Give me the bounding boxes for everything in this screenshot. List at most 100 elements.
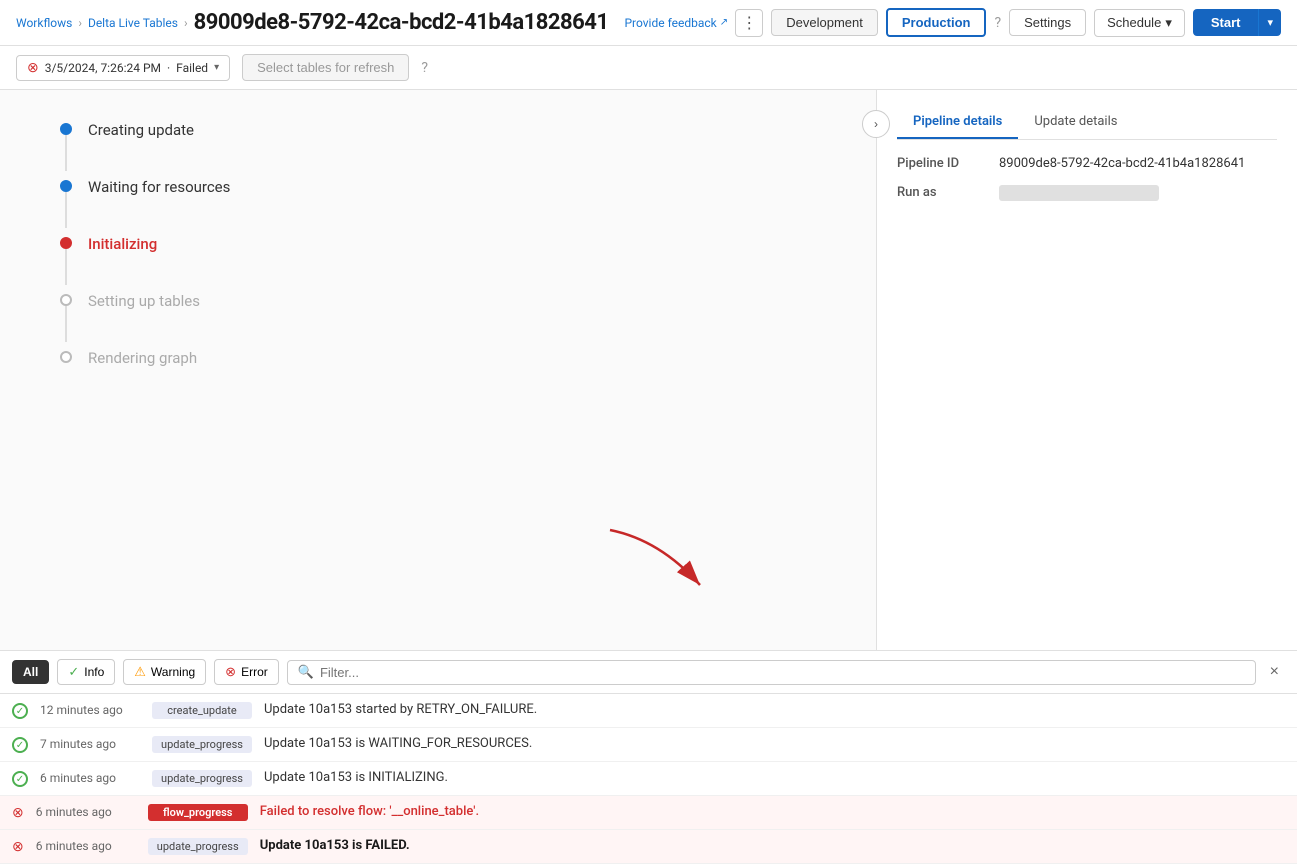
log-timestamp: 6 minutes ago: [40, 770, 140, 785]
pipeline-id-label: Pipeline ID: [897, 156, 987, 171]
log-timestamp: 6 minutes ago: [36, 804, 136, 819]
step-label: Creating update: [88, 120, 194, 177]
select-tables-help-icon[interactable]: ?: [421, 60, 428, 76]
step-label: Waiting for resources: [88, 177, 230, 234]
log-tag: update_progress: [152, 736, 252, 753]
log-message: Update 10a153 is INITIALIZING.: [264, 770, 1285, 785]
log-row: ✓ 7 minutes ago update_progress Update 10a1…: [0, 728, 1297, 762]
log-success-icon: ✓: [12, 703, 28, 719]
development-mode-button[interactable]: Development: [771, 9, 878, 36]
log-success-icon: ✓: [12, 771, 28, 787]
filter-input[interactable]: [320, 665, 1245, 680]
log-success-icon: ✓: [12, 737, 28, 753]
status-timestamp: 3/5/2024, 7:26:24 PM: [45, 61, 161, 75]
step-dot: [60, 180, 72, 192]
pipeline-steps: Creating updateWaiting for resourcesInit…: [0, 90, 876, 399]
status-label: Failed: [176, 61, 208, 75]
step-connector-line: [65, 135, 67, 171]
production-mode-button[interactable]: Production: [886, 8, 987, 37]
step-label: Initializing: [88, 234, 157, 291]
log-timestamp: 7 minutes ago: [40, 736, 140, 751]
filter-warning-button[interactable]: ⚠ Warning: [123, 659, 206, 685]
kebab-menu-button[interactable]: ⋮: [735, 9, 763, 37]
step-dot: [60, 351, 72, 363]
log-message: Update 10a153 started by RETRY_ON_FAILUR…: [264, 702, 1285, 717]
pipeline-id-title: 89009de8-5792-42ca-bcd2-41b4a1828641: [194, 10, 609, 35]
step-dot-column: [60, 234, 72, 285]
log-area: All ✓ Info ⚠ Warning ⊗ Error 🔍 × ✓ 12 min…: [0, 650, 1297, 864]
step-label: Rendering graph: [88, 348, 197, 369]
log-entries: ✓ 12 minutes ago create_update Update 10a15…: [0, 694, 1297, 864]
search-icon: 🔍: [298, 665, 314, 680]
error-filter-icon: ⊗: [225, 664, 236, 680]
filter-error-button[interactable]: ⊗ Error: [214, 659, 279, 685]
pipeline-view: › Creating updateWaiting for resourcesIn…: [0, 90, 877, 650]
log-error-icon: ⊗: [12, 839, 24, 855]
details-tabs: Pipeline details Update details: [897, 106, 1277, 140]
step-dot: [60, 294, 72, 306]
main-content: › Creating updateWaiting for resourcesIn…: [0, 90, 1297, 650]
start-button-group: Start ▾: [1193, 9, 1281, 36]
status-pill[interactable]: ⊗ 3/5/2024, 7:26:24 PM · Failed ▾: [16, 55, 230, 81]
run-as-row: Run as: [897, 185, 1277, 201]
tab-pipeline-details[interactable]: Pipeline details: [897, 106, 1018, 139]
step-dot-column: [60, 177, 72, 228]
start-button[interactable]: Start: [1193, 9, 1259, 36]
start-dropdown-button[interactable]: ▾: [1258, 9, 1281, 36]
log-tag: flow_progress: [148, 804, 248, 821]
step-dot-column: [60, 291, 72, 342]
log-timestamp: 12 minutes ago: [40, 702, 140, 717]
pipeline-id-value: 89009de8-5792-42ca-bcd2-41b4a1828641: [999, 156, 1245, 171]
tab-update-details[interactable]: Update details: [1018, 106, 1133, 139]
warning-filter-icon: ⚠: [134, 664, 146, 680]
schedule-button[interactable]: Schedule ▾: [1094, 9, 1185, 37]
step-dot-column: [60, 120, 72, 171]
log-message: Failed to resolve flow: '__online_table'…: [260, 804, 1285, 819]
filter-input-wrap: 🔍: [287, 660, 1256, 685]
status-caret-icon: ▾: [214, 62, 219, 73]
log-tag: update_progress: [152, 770, 252, 787]
external-link-icon: ↗: [720, 17, 728, 28]
breadcrumb-workflows[interactable]: Workflows: [16, 16, 72, 30]
log-message: Update 10a153 is WAITING_FOR_RESOURCES.: [264, 736, 1285, 751]
step-connector-line: [65, 192, 67, 228]
settings-button[interactable]: Settings: [1009, 9, 1086, 36]
step-label: Setting up tables: [88, 291, 200, 348]
top-right-controls: ⋮ Development Production ? Settings Sche…: [735, 8, 1281, 37]
filter-info-button[interactable]: ✓ Info: [57, 659, 115, 685]
step-dot: [60, 123, 72, 135]
pipeline-step-item: Waiting for resources: [60, 177, 816, 234]
pipeline-step-item: Rendering graph: [60, 348, 816, 369]
step-dot: [60, 237, 72, 249]
log-timestamp: 6 minutes ago: [36, 838, 136, 853]
log-tag: update_progress: [148, 838, 248, 855]
schedule-caret-icon: ▾: [1165, 15, 1172, 31]
log-toolbar: All ✓ Info ⚠ Warning ⊗ Error 🔍 ×: [0, 651, 1297, 694]
details-panel: Pipeline details Update details Pipeline…: [877, 90, 1297, 650]
mode-info-icon[interactable]: ?: [994, 15, 1001, 31]
step-connector-line: [65, 249, 67, 285]
info-filter-icon: ✓: [68, 664, 79, 680]
toolbar: ⊗ 3/5/2024, 7:26:24 PM · Failed ▾ Select…: [0, 46, 1297, 90]
log-row: ✓ 12 minutes ago create_update Update 10a15…: [0, 694, 1297, 728]
run-as-value: [999, 185, 1159, 201]
status-dot-sep: ·: [167, 61, 170, 75]
log-message: Update 10a153 is FAILED.: [260, 838, 1285, 853]
pipeline-step-item: Initializing: [60, 234, 816, 291]
step-connector-line: [65, 306, 67, 342]
collapse-panel-button[interactable]: ›: [862, 110, 890, 138]
pipeline-id-row: Pipeline ID 89009de8-5792-42ca-bcd2-41b4…: [897, 156, 1277, 171]
select-tables-button[interactable]: Select tables for refresh: [242, 54, 409, 81]
breadcrumb-sep-2: ›: [184, 16, 188, 30]
run-as-label: Run as: [897, 185, 987, 200]
breadcrumb-delta-live[interactable]: Delta Live Tables: [88, 16, 178, 30]
status-error-icon: ⊗: [27, 60, 39, 76]
log-error-icon: ⊗: [12, 805, 24, 821]
breadcrumb-sep-1: ›: [78, 16, 82, 30]
log-row: ✓ 6 minutes ago update_progress Update 10a1…: [0, 762, 1297, 796]
log-tag: create_update: [152, 702, 252, 719]
feedback-link[interactable]: Provide feedback ↗: [624, 16, 728, 30]
log-row: ⊗ 6 minutes ago flow_progress Failed to res…: [0, 796, 1297, 830]
log-row: ⊗ 6 minutes ago update_progress Update 10a1…: [0, 830, 1297, 864]
filter-all-button[interactable]: All: [12, 660, 49, 684]
